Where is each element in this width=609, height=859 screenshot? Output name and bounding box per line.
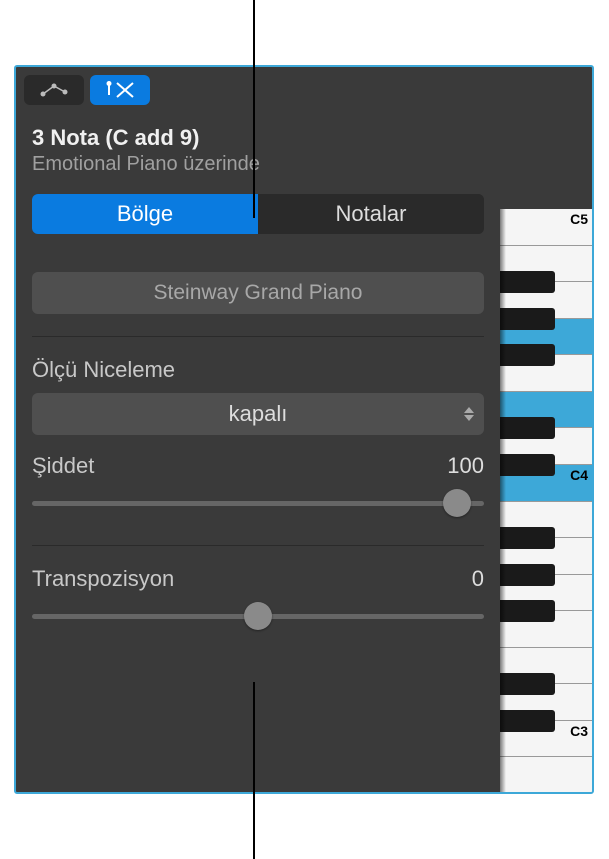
chevron-updown-icon xyxy=(464,407,474,421)
automation-icon xyxy=(39,82,69,98)
keyboard-shadow xyxy=(500,209,506,794)
track-subtitle: Emotional Piano üzerinde xyxy=(32,153,576,176)
velocity-slider[interactable] xyxy=(32,489,484,517)
black-key[interactable] xyxy=(500,454,555,476)
tab-region[interactable]: Bölge xyxy=(32,194,258,234)
velocity-track xyxy=(32,501,484,506)
quantize-value: kapalı xyxy=(229,401,288,427)
toolbar xyxy=(16,67,592,113)
key-label: C4 xyxy=(570,467,588,483)
transpose-row: Transpozisyon 0 xyxy=(32,566,576,630)
key-label: C5 xyxy=(570,211,588,227)
tab-notes[interactable]: Notalar xyxy=(258,194,484,234)
black-key[interactable] xyxy=(500,417,555,439)
white-key[interactable]: C5 xyxy=(500,209,592,246)
inspector-panel: 3 Nota (C add 9) Emotional Piano üzerind… xyxy=(14,65,594,794)
transpose-label: Transpozisyon xyxy=(32,566,174,592)
black-key[interactable] xyxy=(500,710,555,732)
black-key[interactable] xyxy=(500,344,555,366)
catch-tool-button[interactable] xyxy=(90,75,150,105)
quantize-label: Ölçü Niceleme xyxy=(32,357,576,383)
callout-line-top xyxy=(253,0,255,218)
callout-line-bottom xyxy=(253,682,255,859)
header: 3 Nota (C add 9) Emotional Piano üzerind… xyxy=(16,113,592,184)
black-key[interactable] xyxy=(500,271,555,293)
transpose-value: 0 xyxy=(472,566,484,592)
transpose-slider[interactable] xyxy=(32,602,484,630)
white-key[interactable] xyxy=(500,757,592,794)
region-name-button[interactable]: Steinway Grand Piano xyxy=(32,272,484,314)
black-key[interactable] xyxy=(500,600,555,622)
black-key[interactable] xyxy=(500,673,555,695)
region-name-label: Steinway Grand Piano xyxy=(154,281,363,305)
piano-keyboard[interactable]: C5 C4 C3 xyxy=(500,209,592,794)
black-key[interactable] xyxy=(500,308,555,330)
velocity-thumb[interactable] xyxy=(443,489,471,517)
divider xyxy=(32,545,484,546)
divider xyxy=(32,336,484,337)
quantize-dropdown[interactable]: kapalı xyxy=(32,393,484,435)
selection-title: 3 Nota (C add 9) xyxy=(32,125,576,151)
tab-segment: Bölge Notalar xyxy=(32,194,484,234)
transpose-thumb[interactable] xyxy=(244,602,272,630)
velocity-row: Şiddet 100 xyxy=(32,453,576,517)
velocity-label: Şiddet xyxy=(32,453,94,479)
white-keys: C5 C4 C3 xyxy=(500,209,592,794)
black-key[interactable] xyxy=(500,564,555,586)
velocity-value: 100 xyxy=(447,453,484,479)
automation-tool-button[interactable] xyxy=(24,75,84,105)
black-key[interactable] xyxy=(500,527,555,549)
key-label: C3 xyxy=(570,723,588,739)
catch-icon xyxy=(105,81,135,99)
